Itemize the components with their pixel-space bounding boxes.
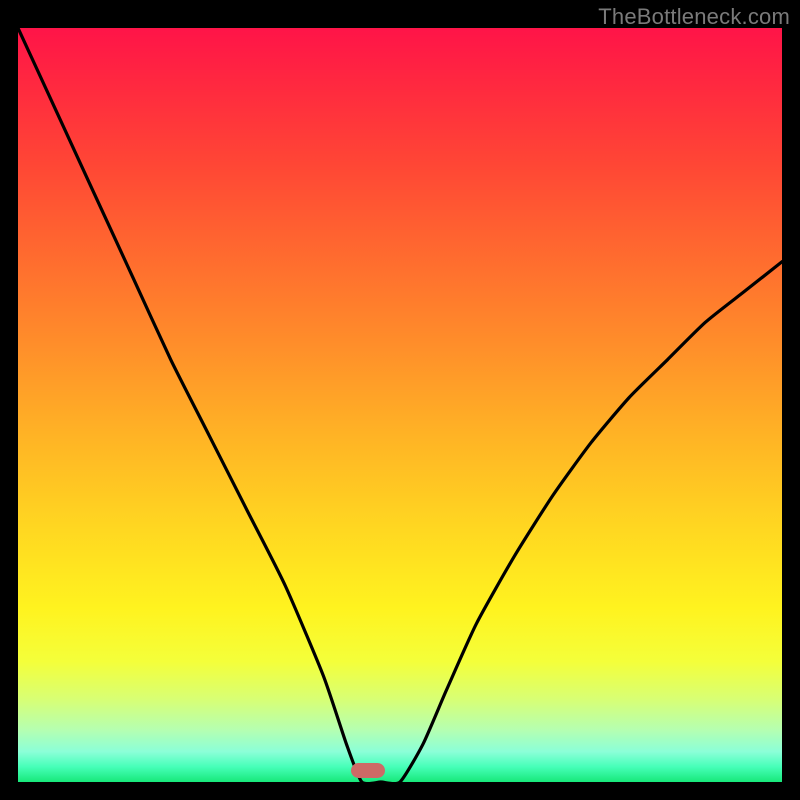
bottleneck-curve [18, 28, 782, 782]
optimal-marker [351, 763, 385, 778]
plot-area [18, 28, 782, 782]
watermark-text: TheBottleneck.com [598, 4, 790, 30]
